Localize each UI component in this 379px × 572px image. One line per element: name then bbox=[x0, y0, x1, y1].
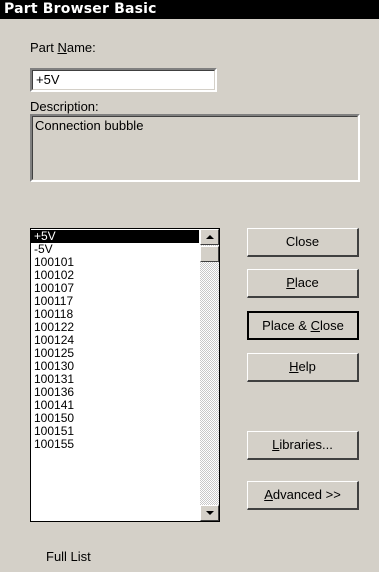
parts-list-item[interactable]: 100155 bbox=[31, 438, 199, 451]
parts-list-items: +5V -5V 100101 100102 100107 100117 100118 1001… bbox=[31, 230, 199, 451]
parts-list-item[interactable]: +5V bbox=[31, 230, 199, 243]
place-button[interactable]: Place bbox=[247, 269, 359, 298]
close-button[interactable]: Close bbox=[247, 228, 359, 257]
window-title: Part Browser Basic bbox=[4, 1, 157, 17]
scroll-down-button[interactable] bbox=[200, 505, 219, 521]
part-browser-dialog: Part Browser Basic Part Name: +5V Descri… bbox=[0, 0, 379, 572]
libraries-button[interactable]: Libraries... bbox=[247, 431, 359, 460]
description-value: Connection bubble bbox=[35, 118, 144, 133]
scroll-up-arrow-icon bbox=[206, 235, 214, 239]
scrollbar-track[interactable] bbox=[200, 229, 219, 521]
help-button[interactable]: Help bbox=[247, 353, 359, 382]
scrollbar-thumb[interactable] bbox=[200, 246, 219, 262]
scroll-up-button[interactable] bbox=[200, 229, 219, 245]
parts-listbox[interactable]: +5V -5V 100101 100102 100107 100117 100118 1001… bbox=[30, 228, 220, 522]
part-name-label: Part Name: bbox=[30, 40, 96, 55]
part-name-input[interactable]: +5V bbox=[30, 68, 217, 92]
scroll-down-arrow-icon bbox=[206, 511, 214, 515]
list-mode-status: Full List bbox=[46, 549, 91, 564]
advanced-button[interactable]: Advanced >> bbox=[247, 481, 359, 510]
list-scrollbar[interactable] bbox=[200, 229, 219, 521]
part-name-value: +5V bbox=[36, 72, 60, 87]
description-box: Connection bubble bbox=[30, 114, 360, 182]
description-label: Description: bbox=[30, 99, 99, 114]
place-close-button[interactable]: Place & Close bbox=[247, 311, 359, 340]
title-bar[interactable]: Part Browser Basic bbox=[0, 0, 379, 19]
